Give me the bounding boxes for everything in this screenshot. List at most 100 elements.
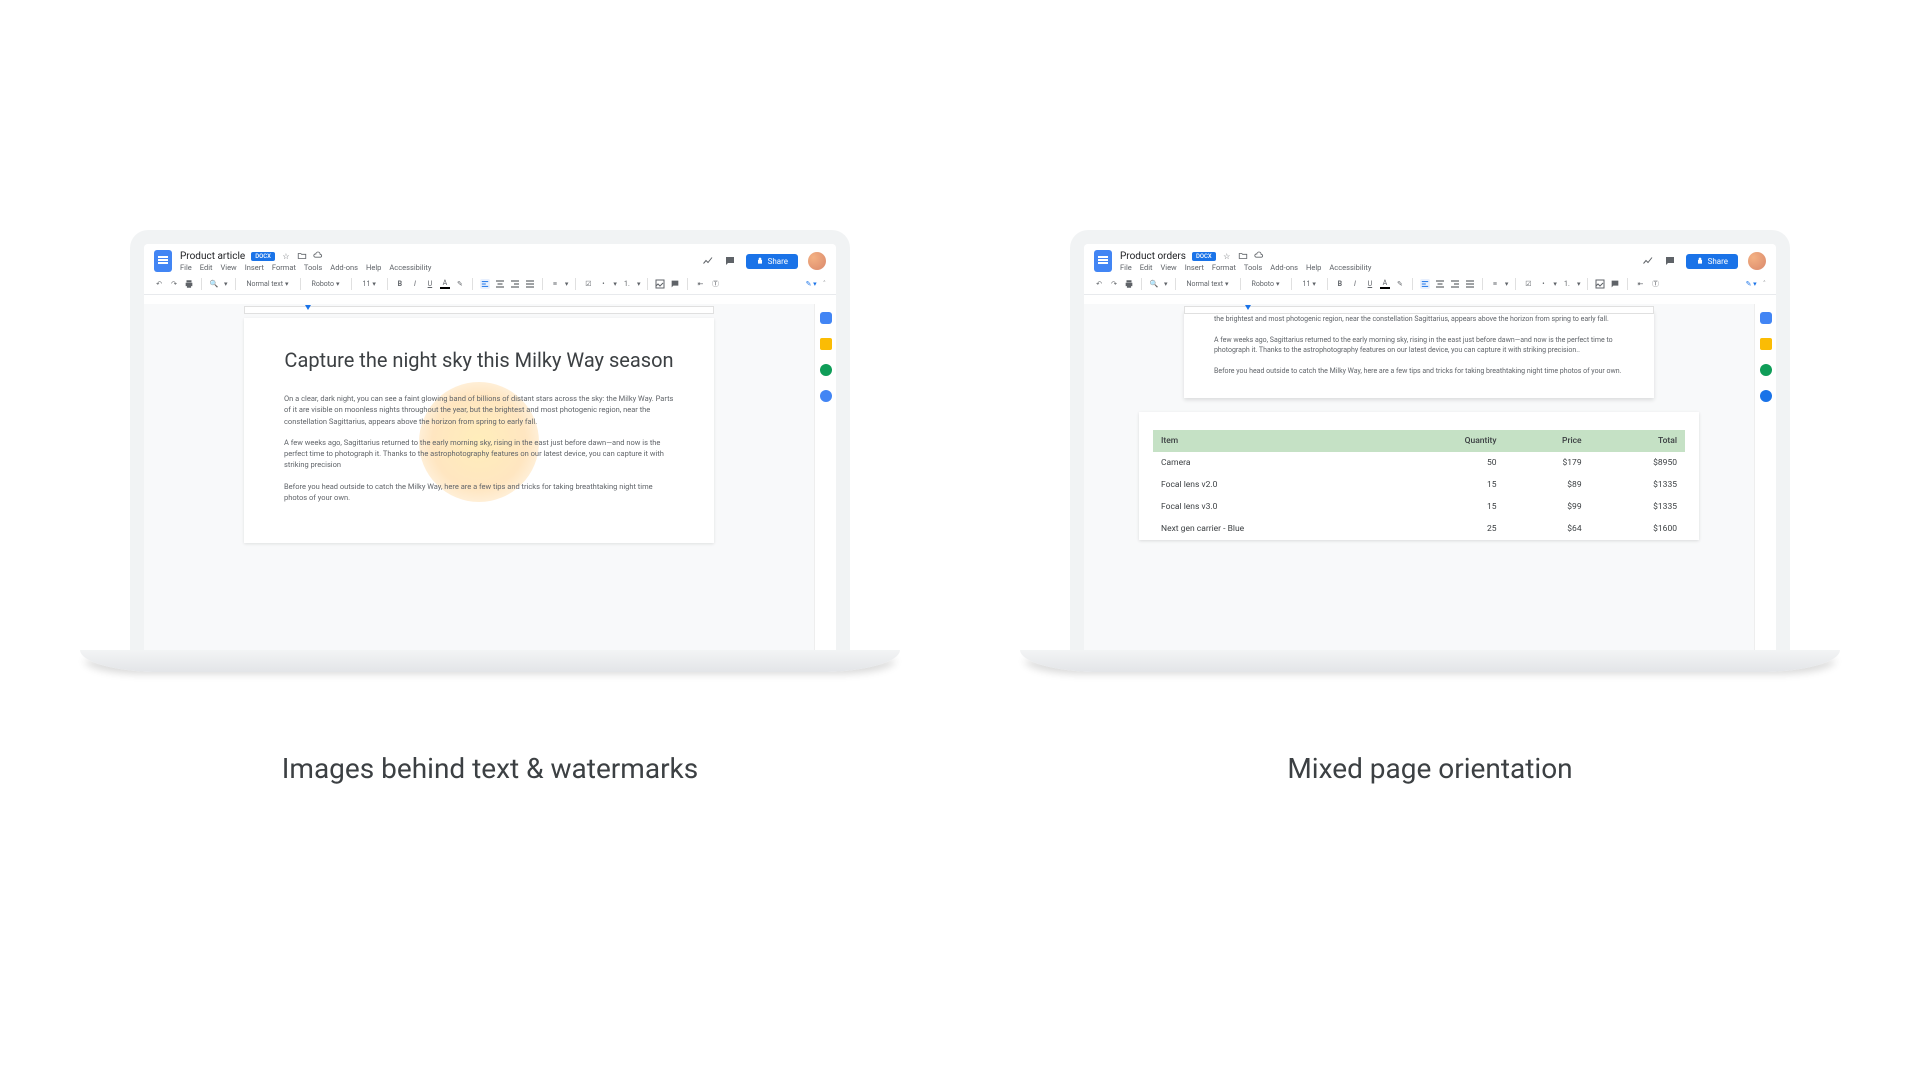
menu-format[interactable]: Format <box>272 263 296 272</box>
align-right-icon[interactable] <box>1450 279 1460 289</box>
share-button[interactable]: Share <box>1686 254 1738 269</box>
highlight-icon[interactable]: ✎ <box>455 279 465 289</box>
underline-icon[interactable]: U <box>1365 279 1375 289</box>
ruler[interactable] <box>1184 306 1654 314</box>
zoom-icon[interactable]: 🔍 <box>1149 279 1159 289</box>
share-button[interactable]: Share <box>746 254 798 269</box>
highlight-icon[interactable]: ✎ <box>1395 279 1405 289</box>
comment-icon[interactable] <box>670 279 680 289</box>
bold-icon[interactable]: B <box>1335 279 1345 289</box>
comment-history-icon[interactable] <box>1664 255 1676 267</box>
paragraph-3[interactable]: Before you head outside to catch the Mil… <box>284 481 674 504</box>
text-color-icon[interactable]: A <box>440 279 450 289</box>
calendar-icon[interactable] <box>820 312 832 324</box>
comment-icon[interactable] <box>1610 279 1620 289</box>
zoom-caret-icon[interactable]: ▾ <box>224 280 228 288</box>
clear-format-icon[interactable]: Ⓣ <box>1650 279 1660 289</box>
print-icon[interactable] <box>1124 279 1134 289</box>
font-dropdown[interactable]: Roboto ▾ <box>1248 278 1284 290</box>
article-heading[interactable]: Capture the night sky this Milky Way sea… <box>284 348 674 373</box>
menu-accessibility[interactable]: Accessibility <box>389 263 431 272</box>
paragraph-1[interactable]: On a clear, dark night, you can see a fa… <box>284 393 674 427</box>
user-avatar[interactable] <box>1748 252 1766 270</box>
align-right-icon[interactable] <box>510 279 520 289</box>
keep-icon[interactable] <box>820 338 832 350</box>
menu-edit[interactable]: Edit <box>1140 263 1153 272</box>
table-row[interactable]: Next gen carrier - Blue 25 $64 $1600 <box>1153 518 1685 540</box>
font-dropdown[interactable]: Roboto ▾ <box>308 278 344 290</box>
italic-icon[interactable]: I <box>1350 279 1360 289</box>
menu-insert[interactable]: Insert <box>245 263 264 272</box>
document-page-landscape[interactable]: Item Quantity Price Total Camera 50 <box>1139 412 1699 540</box>
ruler[interactable] <box>244 306 714 314</box>
indent-marker-icon[interactable] <box>1245 305 1251 310</box>
cloud-status-icon[interactable] <box>313 251 323 261</box>
menu-insert[interactable]: Insert <box>1185 263 1204 272</box>
collapse-toolbar-icon[interactable]: ˆ <box>1763 280 1766 288</box>
move-folder-icon[interactable] <box>1238 251 1248 261</box>
tasks-icon[interactable] <box>1760 364 1772 376</box>
line-spacing-icon[interactable]: ≡ <box>550 279 560 289</box>
numbered-list-icon[interactable]: 1. <box>1562 279 1572 289</box>
paragraph-2[interactable]: A few weeks ago, Sagittarius returned to… <box>1214 335 1624 356</box>
tasks-icon[interactable] <box>820 364 832 376</box>
contacts-icon[interactable] <box>820 390 832 402</box>
document-title[interactable]: Product article <box>180 251 245 262</box>
menu-file[interactable]: File <box>180 263 192 272</box>
table-row[interactable]: Focal lens v2.0 15 $89 $1335 <box>1153 474 1685 496</box>
contacts-icon[interactable] <box>1760 390 1772 402</box>
editing-mode-icon[interactable]: ✎ ▾ <box>1746 280 1757 288</box>
underline-icon[interactable]: U <box>425 279 435 289</box>
bold-icon[interactable]: B <box>395 279 405 289</box>
align-center-icon[interactable] <box>495 279 505 289</box>
editing-mode-icon[interactable]: ✎ ▾ <box>806 280 817 288</box>
align-left-icon[interactable] <box>480 279 490 289</box>
bullet-list-icon[interactable]: • <box>1538 279 1548 289</box>
menu-view[interactable]: View <box>1160 263 1176 272</box>
user-avatar[interactable] <box>808 252 826 270</box>
menu-help[interactable]: Help <box>366 263 381 272</box>
line-spacing-icon[interactable]: ≡ <box>1490 279 1500 289</box>
document-page[interactable]: Capture the night sky this Milky Way sea… <box>244 318 714 543</box>
image-icon[interactable] <box>1595 279 1605 289</box>
undo-icon[interactable]: ↶ <box>154 279 164 289</box>
menu-tools[interactable]: Tools <box>1244 263 1262 272</box>
align-center-icon[interactable] <box>1435 279 1445 289</box>
activity-icon[interactable] <box>702 255 714 267</box>
font-size-dropdown[interactable]: 11 ▾ <box>1299 278 1320 290</box>
docs-logo-icon[interactable] <box>1094 250 1112 272</box>
align-left-icon[interactable] <box>1420 279 1430 289</box>
star-icon[interactable]: ☆ <box>1222 251 1232 261</box>
document-page-portrait[interactable]: the brightest and most photogenic region… <box>1184 310 1654 398</box>
indent-decrease-icon[interactable]: ⇤ <box>1635 279 1645 289</box>
indent-decrease-icon[interactable]: ⇤ <box>695 279 705 289</box>
menu-help[interactable]: Help <box>1306 263 1321 272</box>
indent-marker-icon[interactable] <box>305 305 311 310</box>
docs-logo-icon[interactable] <box>154 250 172 272</box>
spacing-caret[interactable]: ▾ <box>565 280 569 288</box>
paragraph-2[interactable]: A few weeks ago, Sagittarius returned to… <box>284 437 674 471</box>
align-justify-icon[interactable] <box>1465 279 1475 289</box>
calendar-icon[interactable] <box>1760 312 1772 324</box>
menu-tools[interactable]: Tools <box>304 263 322 272</box>
undo-icon[interactable]: ↶ <box>1094 279 1104 289</box>
bullet-list-icon[interactable]: • <box>598 279 608 289</box>
document-canvas[interactable]: the brightest and most photogenic region… <box>1084 304 1754 650</box>
cloud-status-icon[interactable] <box>1254 251 1264 261</box>
star-icon[interactable]: ☆ <box>281 251 291 261</box>
zoom-icon[interactable]: 🔍 <box>209 279 219 289</box>
menu-accessibility[interactable]: Accessibility <box>1329 263 1371 272</box>
activity-icon[interactable] <box>1642 255 1654 267</box>
clear-format-icon[interactable]: Ⓣ <box>710 279 720 289</box>
image-icon[interactable] <box>655 279 665 289</box>
table-row[interactable]: Focal lens v3.0 15 $99 $1335 <box>1153 496 1685 518</box>
checklist-icon[interactable]: ☑ <box>1523 279 1533 289</box>
move-folder-icon[interactable] <box>297 251 307 261</box>
checklist-icon[interactable]: ☑ <box>583 279 593 289</box>
zoom-caret-icon[interactable]: ▾ <box>1164 280 1168 288</box>
font-size-dropdown[interactable]: 11 ▾ <box>359 278 380 290</box>
document-canvas[interactable]: Capture the night sky this Milky Way sea… <box>144 304 814 650</box>
print-icon[interactable] <box>184 279 194 289</box>
menu-format[interactable]: Format <box>1212 263 1236 272</box>
paragraph-3[interactable]: Before you head outside to catch the Mil… <box>1214 366 1624 377</box>
